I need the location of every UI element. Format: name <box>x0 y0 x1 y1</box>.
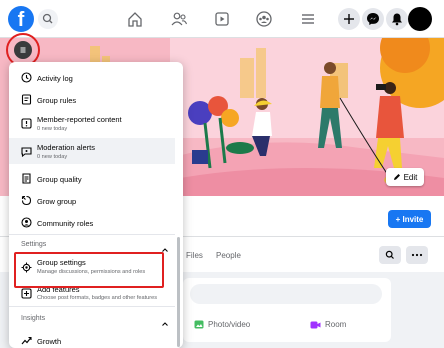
member-reported-count: 0 new today <box>37 126 68 132</box>
invite-button[interactable]: + Invite <box>388 210 431 228</box>
video-icon <box>215 12 229 26</box>
friends-nav-button[interactable] <box>168 9 190 29</box>
community-roles-icon <box>21 217 32 228</box>
menu-icon <box>302 14 314 24</box>
facebook-logo[interactable]: f <box>8 6 34 32</box>
activity-log-icon <box>21 72 32 83</box>
group-admin-menu: Activity log Group rules Member-reported… <box>9 62 183 348</box>
search-button[interactable] <box>38 9 58 29</box>
edit-cover-button[interactable]: Edit <box>386 168 424 186</box>
moderation-alerts-icon <box>21 146 32 157</box>
add-features-icon <box>21 288 32 299</box>
chevron-up-icon <box>162 322 168 326</box>
insights-collapse-toggle[interactable] <box>161 315 169 326</box>
tab-people[interactable]: People <box>216 251 241 260</box>
search-icon <box>385 250 394 259</box>
video-nav-button[interactable] <box>211 9 233 29</box>
groups-icon <box>256 11 272 27</box>
room-icon <box>310 321 321 328</box>
top-navigation-bar: f <box>0 0 444 38</box>
group-rules-icon <box>21 94 32 105</box>
edit-cover-label: Edit <box>403 172 418 182</box>
messenger-button[interactable] <box>362 8 384 30</box>
group-settings-highlight <box>14 252 164 288</box>
menu-item-community-roles[interactable]: Community roles <box>37 219 93 228</box>
group-quality-icon <box>21 173 32 184</box>
profile-avatar[interactable] <box>408 7 432 31</box>
settings-section-header: Settings <box>21 241 47 248</box>
member-reported-icon <box>21 118 32 129</box>
menu-nav-button[interactable] <box>297 9 319 29</box>
grow-group-icon <box>21 195 32 206</box>
groups-nav-button[interactable] <box>253 9 275 29</box>
growth-icon <box>21 335 32 346</box>
notifications-button[interactable] <box>386 8 408 30</box>
photo-video-icon <box>194 320 204 329</box>
group-search-button[interactable] <box>379 246 401 264</box>
notifications-icon <box>392 13 402 26</box>
composer-input[interactable] <box>190 284 382 304</box>
settings-collapse-toggle[interactable] <box>161 241 169 252</box>
home-icon <box>128 12 142 27</box>
messenger-icon <box>367 13 379 25</box>
group-more-button[interactable] <box>406 246 428 264</box>
menu-divider <box>9 234 175 235</box>
add-features-description: Choose post formats, badges and other fe… <box>37 295 158 301</box>
menu-item-growth[interactable]: Growth <box>37 337 61 346</box>
menu-item-moderation-alerts[interactable]: Moderation alerts <box>37 143 95 152</box>
create-button[interactable] <box>338 8 360 30</box>
menu-item-group-rules[interactable]: Group rules <box>37 96 76 105</box>
pencil-icon <box>393 174 400 180</box>
plus-icon <box>344 14 354 24</box>
menu-scrollbar[interactable] <box>177 237 180 347</box>
menu-item-group-quality[interactable]: Group quality <box>37 175 82 184</box>
photo-video-button[interactable]: Photo/video <box>194 320 250 329</box>
menu-item-grow-group[interactable]: Grow group <box>37 197 76 206</box>
friends-icon <box>171 12 188 26</box>
menu-item-member-reported[interactable]: Member-reported content <box>37 115 122 124</box>
tab-files[interactable]: Files <box>186 251 203 260</box>
search-icon <box>42 13 53 24</box>
menu-item-activity-log[interactable]: Activity log <box>37 74 73 83</box>
moderation-alerts-count: 0 new today <box>37 154 68 160</box>
home-nav-button[interactable] <box>124 9 146 29</box>
more-options-icon <box>411 253 423 257</box>
photo-video-label: Photo/video <box>208 320 251 329</box>
room-label: Room <box>325 320 347 329</box>
insights-section-header: Insights <box>21 315 46 322</box>
menu-divider <box>9 306 175 307</box>
room-button[interactable]: Room <box>310 320 346 329</box>
